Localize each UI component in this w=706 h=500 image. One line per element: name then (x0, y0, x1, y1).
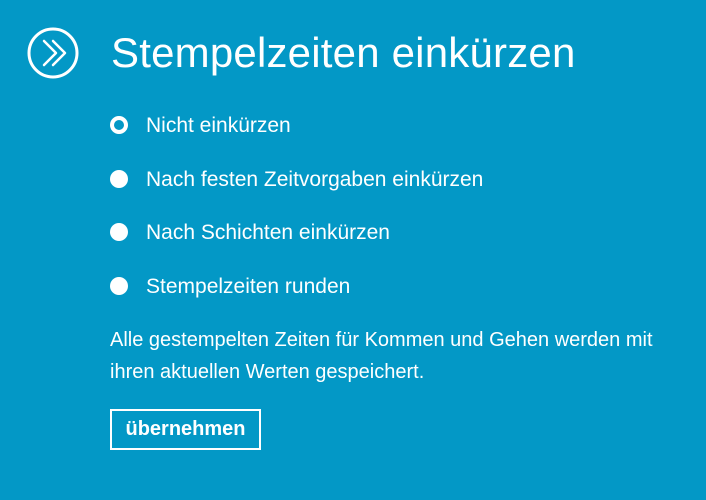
option-label: Stempelzeiten runden (146, 274, 351, 298)
option-label: Nach Schichten einkürzen (146, 221, 390, 244)
option-schichten[interactable]: Nach Schichten einkürzen (110, 219, 670, 273)
header-icon[interactable] (26, 26, 80, 80)
option-feste-zeitvorgaben[interactable]: Nach festen Zeitvorgaben einkürzen (110, 166, 670, 220)
radio-button[interactable] (110, 169, 128, 188)
option-label: Nicht einkürzen (146, 114, 291, 137)
apply-button[interactable]: übernehmen (110, 409, 261, 450)
option-nicht-einkuerzen[interactable]: Nicht einkürzen (110, 112, 670, 166)
radio-button[interactable] (110, 276, 128, 295)
description-text: Alle gestempelten Zeiten für Kommen und … (110, 329, 653, 383)
radio-button[interactable] (110, 223, 128, 241)
double-chevron-right-circle-icon (27, 27, 79, 79)
radio-button-selected[interactable] (110, 116, 128, 134)
option-radio-group: Nicht einkürzen Nach festen Zeitvorgaben… (110, 112, 670, 326)
option-label: Nach festen Zeitvorgaben einkürzen (146, 167, 484, 191)
page-title: Stempelzeiten einkürzen (111, 29, 576, 76)
option-runden[interactable]: Stempelzeiten runden (110, 273, 670, 327)
